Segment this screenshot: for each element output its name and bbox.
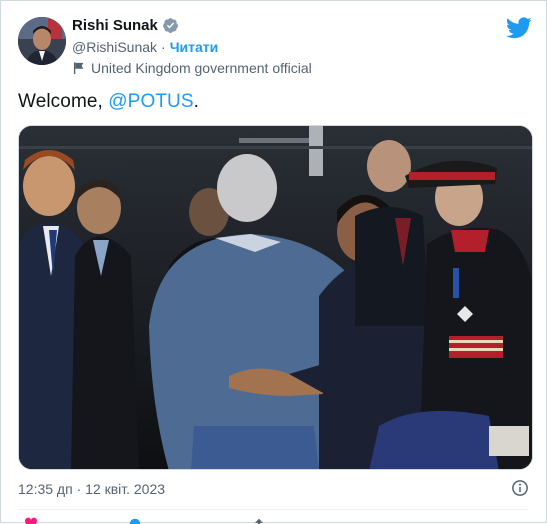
tweet-timestamp[interactable]: 12:35 дп · 12 квіт. 2023 bbox=[18, 481, 165, 497]
flag-icon bbox=[73, 62, 84, 75]
avatar[interactable] bbox=[18, 17, 66, 65]
verified-badge-icon bbox=[162, 18, 178, 33]
follow-button[interactable]: Читати bbox=[170, 39, 219, 55]
tweet-text: Welcome, @POTUS. bbox=[18, 91, 199, 113]
tweet-photo[interactable] bbox=[18, 125, 533, 470]
info-icon[interactable] bbox=[511, 479, 529, 497]
author-display-name[interactable]: Rishi Sunak bbox=[72, 17, 158, 34]
divider bbox=[18, 509, 529, 510]
tweet-text-prefix: Welcome, bbox=[18, 91, 109, 112]
tweet-card[interactable]: Rishi Sunak @RishiSunak · Читати United … bbox=[0, 0, 547, 524]
twitter-bird-icon[interactable] bbox=[506, 17, 532, 39]
mention-link[interactable]: @POTUS bbox=[108, 91, 193, 112]
tweet-text-suffix: . bbox=[193, 91, 200, 112]
separator: · bbox=[161, 39, 166, 55]
author-handle[interactable]: @RishiSunak bbox=[72, 39, 157, 55]
author-label: United Kingdom government official bbox=[91, 60, 312, 76]
